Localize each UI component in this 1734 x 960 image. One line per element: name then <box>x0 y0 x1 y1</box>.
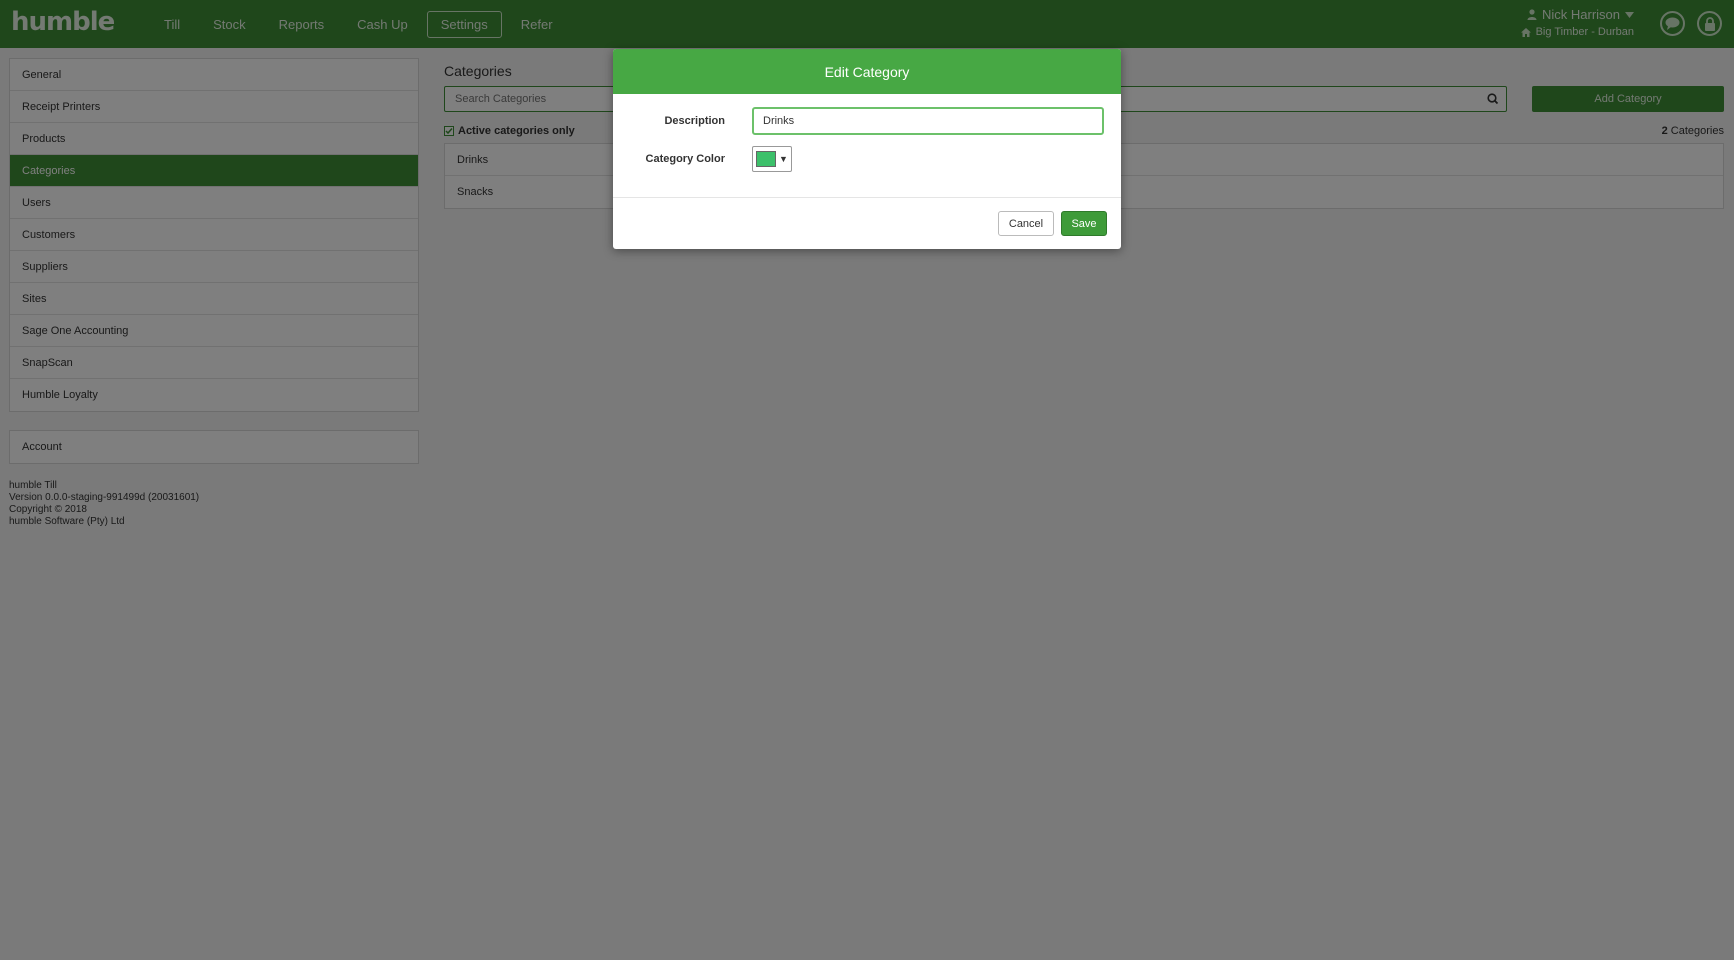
description-input[interactable] <box>752 107 1104 135</box>
save-button[interactable]: Save <box>1061 211 1107 236</box>
category-color-label: Category Color <box>645 153 725 165</box>
category-color-picker[interactable]: ▼ <box>752 146 792 172</box>
dialog-title: Edit Category <box>824 63 910 80</box>
edit-category-dialog: Edit Category Description Category Color… <box>613 49 1121 249</box>
color-swatch <box>756 151 776 167</box>
dialog-header: Edit Category <box>613 49 1121 94</box>
chevron-down-icon: ▼ <box>779 154 788 164</box>
description-label: Description <box>664 115 725 127</box>
description-row: Description <box>613 107 1104 135</box>
category-color-row: Category Color ▼ <box>613 146 792 172</box>
dialog-divider <box>613 197 1121 198</box>
cancel-button[interactable]: Cancel <box>998 211 1054 236</box>
